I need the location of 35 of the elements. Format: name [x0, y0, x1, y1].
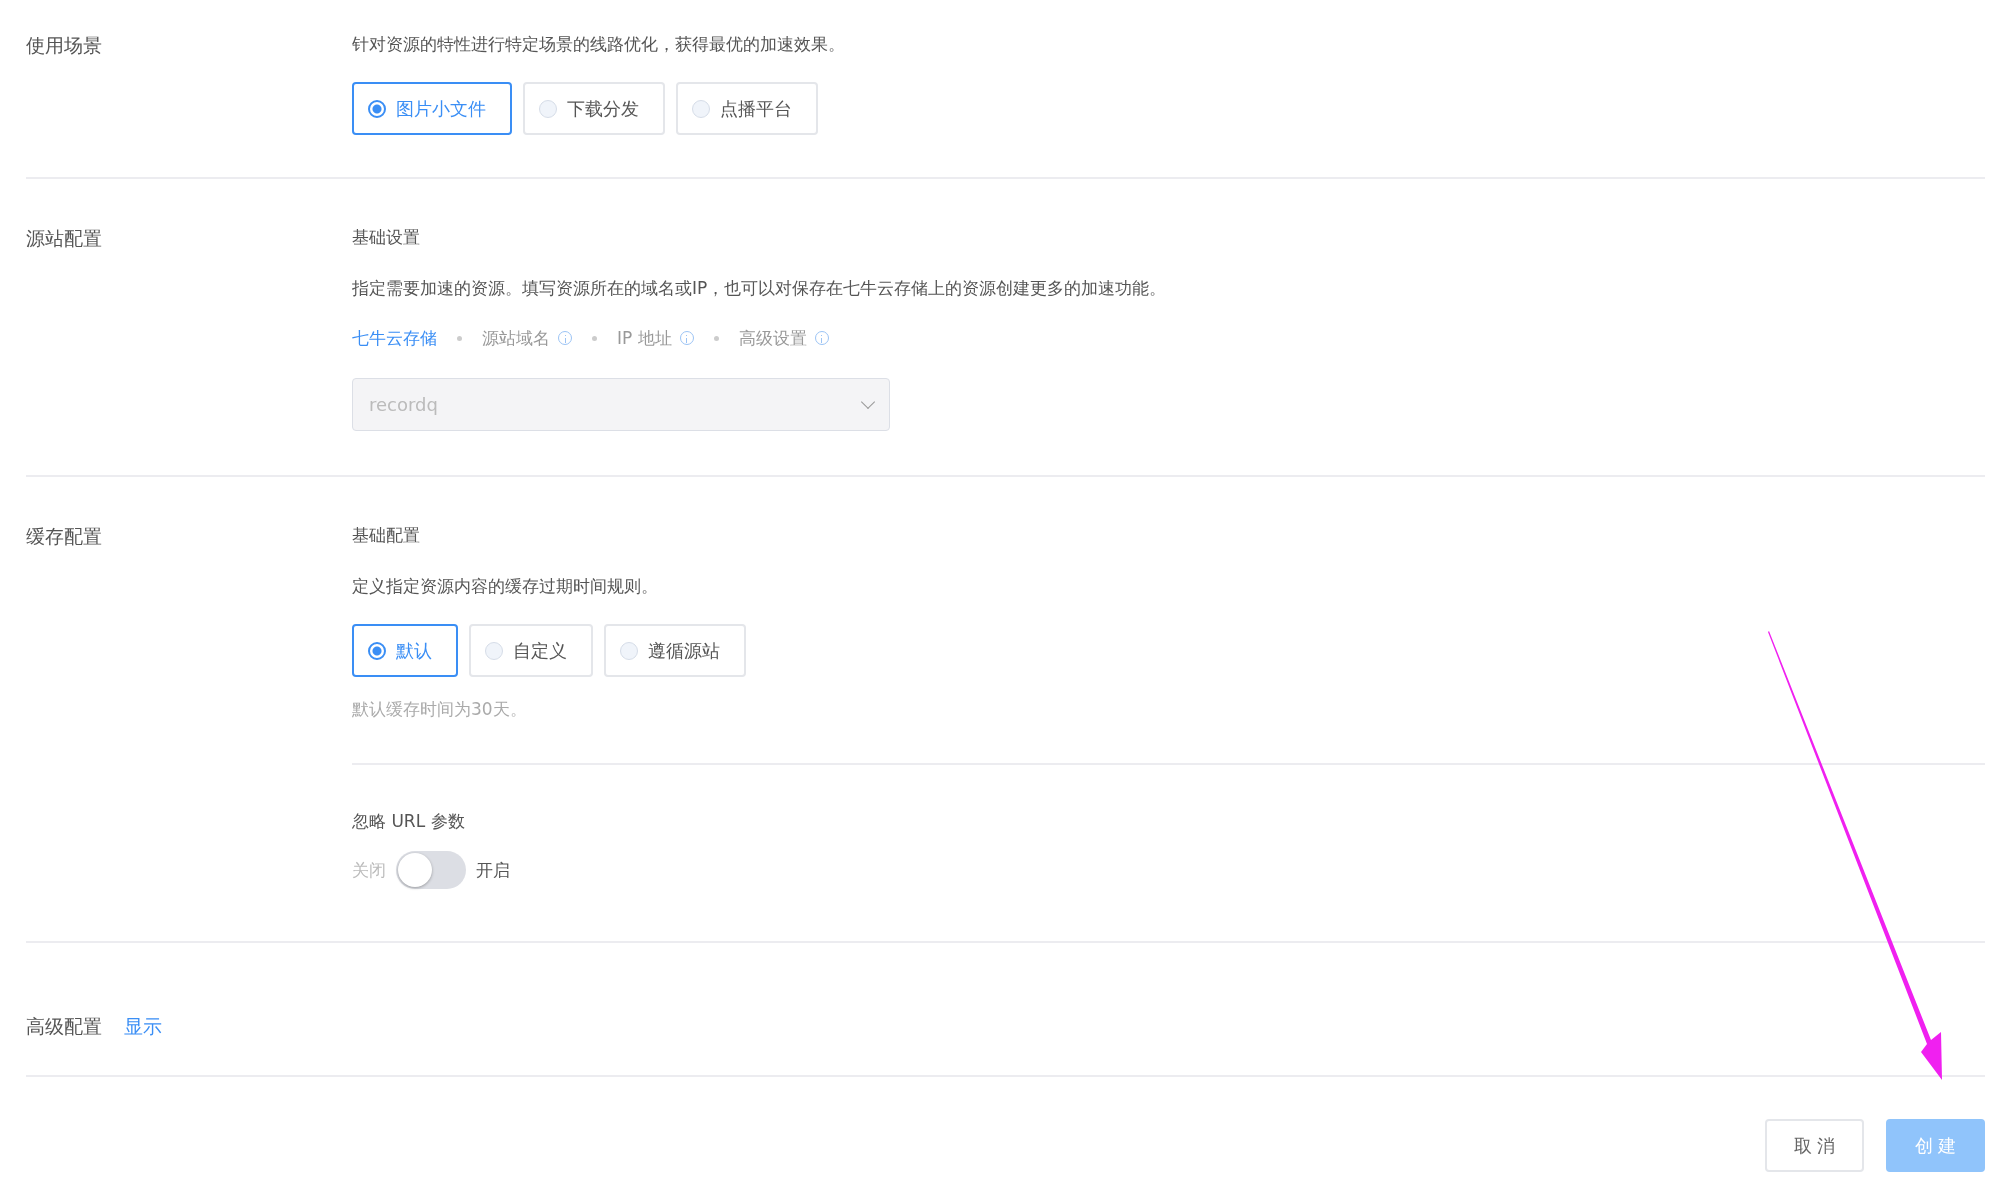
subtitle-text: 忽略 URL 参数	[352, 810, 465, 833]
section-label: 源站配置	[26, 226, 103, 251]
radio-icon	[692, 99, 710, 118]
radio-option[interactable]: 自定义	[469, 624, 593, 677]
cancel-button[interactable]: 取 消	[1765, 1119, 1864, 1172]
hint-text: 默认缓存时间为30天。	[352, 698, 527, 721]
radio-icon	[620, 641, 638, 660]
separator-dot-icon	[592, 335, 597, 341]
separator-dot-icon	[457, 335, 462, 341]
source-tab[interactable]: 高级设置	[738, 326, 807, 350]
section-label: 缓存配置	[26, 524, 103, 549]
toggle-label: 关闭	[352, 858, 386, 882]
radio-icon	[539, 99, 557, 118]
section-label: 高级配置	[26, 1014, 102, 1039]
source-tab[interactable]: 源站域名	[482, 326, 550, 350]
description-text: 指定需要加速的资源。填写资源所在的域名或IP，也可以对保存在七牛云存储上的资源创建更多的加速功能。	[352, 277, 1167, 300]
radio-icon	[368, 641, 386, 660]
radio-option[interactable]: 点播平台	[676, 82, 818, 135]
radio-icon	[485, 641, 503, 660]
radio-icon	[368, 99, 386, 118]
description-text: 定义指定资源内容的缓存过期时间规则。	[352, 575, 658, 598]
description-text: 针对资源的特性进行特定场景的线路优化，获得最优的加速效果。	[352, 33, 845, 56]
subtitle-text: 基础配置	[352, 524, 420, 547]
radio-option[interactable]: 默认	[352, 624, 458, 677]
radio-option[interactable]: 图片小文件	[352, 82, 512, 135]
source-tab[interactable]: 七牛云存储	[352, 326, 437, 350]
radio-option[interactable]: 遵循源站	[604, 624, 746, 677]
subtitle-text: 基础设置	[352, 226, 420, 249]
toggle-switch[interactable]	[396, 851, 466, 889]
toggle-label: 开启	[476, 858, 510, 882]
show-link[interactable]: 显示	[124, 1013, 162, 1039]
radio-option[interactable]: 下载分发	[523, 82, 665, 135]
source-tab[interactable]: IP 地址	[617, 326, 672, 350]
section-label: 使用场景	[26, 33, 103, 58]
separator-dot-icon	[713, 335, 719, 341]
